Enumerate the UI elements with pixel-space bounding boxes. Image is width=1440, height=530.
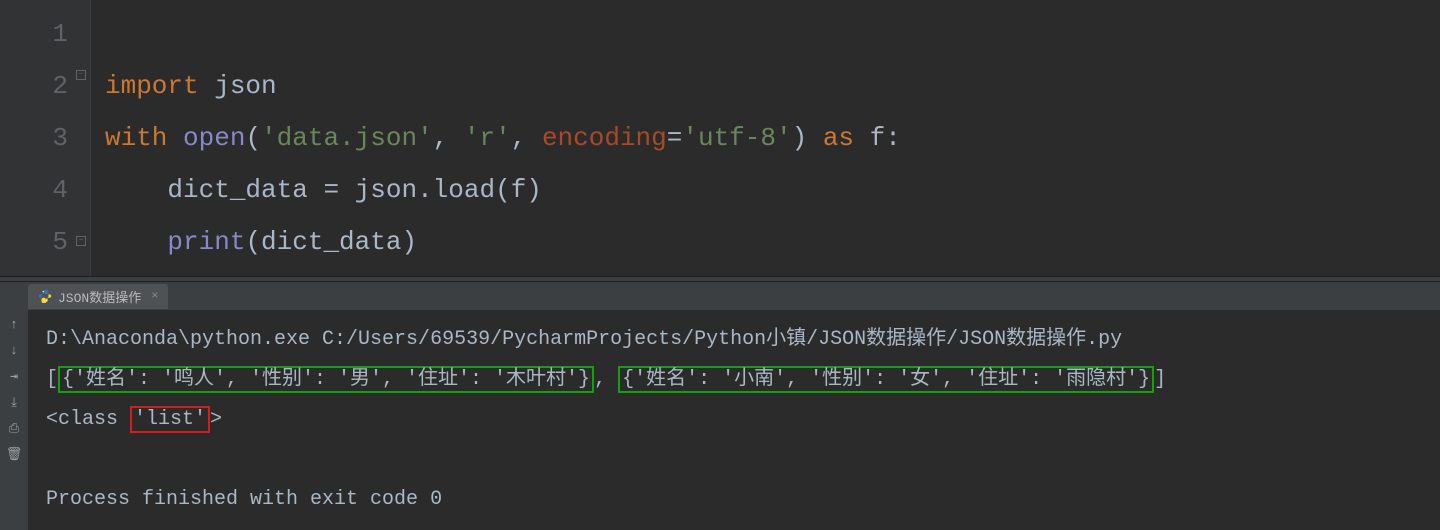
line-number: 1 xyxy=(0,8,68,60)
run-toolbar: ↑ ↓ ⇥ ⤓ ⎙ 🗑 xyxy=(0,310,28,530)
indent xyxy=(105,227,167,257)
class-close: > xyxy=(210,408,222,431)
trash-icon[interactable]: 🗑 xyxy=(6,446,22,462)
fold-end-icon[interactable]: − xyxy=(76,236,86,246)
param-name: encoding xyxy=(542,123,667,153)
comma: , xyxy=(511,123,542,153)
keyword: as xyxy=(823,123,870,153)
down-icon[interactable]: ↓ xyxy=(6,342,22,358)
operator: = xyxy=(323,175,354,205)
code-editor[interactable]: 1 2 3 4 5 − − import json with open('dat… xyxy=(0,0,1440,276)
identifier: f: xyxy=(870,123,901,153)
paren: ( xyxy=(245,123,261,153)
paren: ) xyxy=(792,123,823,153)
keyword: with xyxy=(105,123,183,153)
exit-line: Process finished with exit code 0 xyxy=(46,488,442,511)
list-close: ] xyxy=(1154,368,1166,391)
print-icon[interactable]: ⎙ xyxy=(6,420,22,436)
builtin-fn: open xyxy=(183,123,245,153)
console-line: D:\Anaconda\python.exe C:/Users/69539/Py… xyxy=(46,328,1122,351)
string: 'r' xyxy=(464,123,511,153)
run-panel: JSON数据操作 × ↑ ↓ ⇥ ⤓ ⎙ 🗑 D:\Anaconda\pytho… xyxy=(0,282,1440,530)
line-number: 2 xyxy=(0,60,68,112)
up-icon[interactable]: ↑ xyxy=(6,316,22,332)
class-open: <class xyxy=(46,408,130,431)
line-number: 4 xyxy=(0,164,68,216)
fold-start-icon[interactable]: − xyxy=(76,70,86,80)
identifier: dict_data xyxy=(167,175,323,205)
run-tab-bar: JSON数据操作 × xyxy=(0,282,1440,310)
comma: , xyxy=(433,123,464,153)
builtin-fn: print xyxy=(167,227,245,257)
string: 'data.json' xyxy=(261,123,433,153)
comma: , xyxy=(594,368,618,391)
call: json.load(f) xyxy=(355,175,542,205)
highlighted-item: {'姓名': '小南', '性别': '女', '住址': '雨隐村'} xyxy=(618,366,1154,393)
run-tab-label: JSON数据操作 xyxy=(58,287,141,306)
close-icon[interactable]: × xyxy=(151,289,158,303)
python-icon xyxy=(38,289,52,303)
highlighted-item: {'姓名': '鸣人', '性别': '男', '住址': '木叶村'} xyxy=(58,366,594,393)
module-name: json xyxy=(214,71,276,101)
console-output[interactable]: D:\Anaconda\python.exe C:/Users/69539/Py… xyxy=(28,310,1440,530)
run-tab[interactable]: JSON数据操作 × xyxy=(28,284,168,309)
scroll-icon[interactable]: ⤓ xyxy=(6,394,22,410)
equals: = xyxy=(667,123,683,153)
line-number: 5 xyxy=(0,216,68,268)
string: 'utf-8' xyxy=(682,123,791,153)
call-args: (dict_data) xyxy=(245,227,417,257)
line-number: 3 xyxy=(0,112,68,164)
run-body: ↑ ↓ ⇥ ⤓ ⎙ 🗑 D:\Anaconda\python.exe C:/Us… xyxy=(0,310,1440,530)
wrap-icon[interactable]: ⇥ xyxy=(6,368,22,384)
keyword: import xyxy=(105,71,214,101)
list-open: [ xyxy=(46,368,58,391)
code-content[interactable]: import json with open('data.json', 'r', … xyxy=(90,0,1440,276)
line-number-gutter: 1 2 3 4 5 − − xyxy=(0,0,90,276)
highlighted-type: 'list' xyxy=(130,406,210,433)
indent xyxy=(105,175,167,205)
